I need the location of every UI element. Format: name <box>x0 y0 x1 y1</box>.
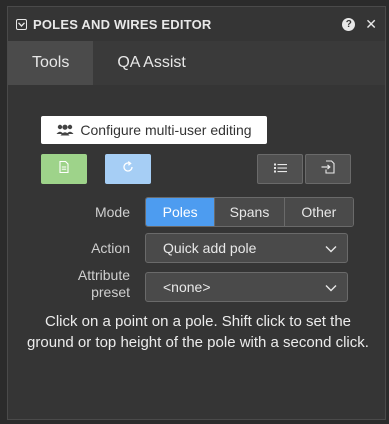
attribute-preset-label-line1: Attribute <box>77 267 130 283</box>
instructions-text: Click on a point on a pole. Shift click … <box>27 313 369 351</box>
configure-multi-user-button[interactable]: Configure multi-user editing <box>41 116 267 144</box>
poles-wires-editor-panel: POLES AND WIRES EDITOR ? ✕ Tools QA Assi… <box>7 6 386 420</box>
close-icon[interactable]: ✕ <box>365 17 377 31</box>
refresh-button[interactable] <box>105 154 151 184</box>
attribute-preset-select[interactable]: <none> <box>145 272 348 302</box>
action-select-value: Quick add pole <box>163 240 257 256</box>
tab-qa-assist[interactable]: QA Assist <box>93 41 209 85</box>
collapse-icon[interactable] <box>16 18 27 30</box>
mode-label: Mode <box>94 204 130 220</box>
panel-header: POLES AND WIRES EDITOR ? ✕ <box>8 7 385 41</box>
document-button[interactable] <box>41 154 87 184</box>
configure-multi-user-label: Configure multi-user editing <box>80 122 252 138</box>
list-button[interactable] <box>257 154 303 184</box>
mode-option-other[interactable]: Other <box>283 198 353 226</box>
attribute-preset-value: <none> <box>163 279 211 295</box>
import-icon <box>321 159 335 179</box>
attribute-preset-label-line2: preset <box>91 284 130 300</box>
list-icon <box>273 160 287 178</box>
chevron-down-icon <box>325 279 337 295</box>
users-icon <box>56 124 74 136</box>
panel-title: POLES AND WIRES EDITOR <box>33 16 212 32</box>
help-icon[interactable]: ? <box>342 17 356 31</box>
refresh-icon <box>122 160 134 178</box>
tools-content: Configure multi-user editing Mode Poles … <box>8 85 385 419</box>
tab-tools[interactable]: Tools <box>8 41 94 85</box>
mode-segmented-control: Poles Spans Other <box>145 197 354 227</box>
mode-option-poles[interactable]: Poles <box>146 198 215 226</box>
import-button[interactable] <box>305 154 351 184</box>
mode-option-spans[interactable]: Spans <box>214 198 284 226</box>
tab-bar: Tools QA Assist <box>8 41 385 85</box>
document-icon <box>59 160 69 178</box>
chevron-down-icon <box>325 240 337 256</box>
action-label: Action <box>91 240 130 256</box>
action-select[interactable]: Quick add pole <box>145 233 348 263</box>
attribute-preset-label: Attribute preset <box>8 267 130 301</box>
